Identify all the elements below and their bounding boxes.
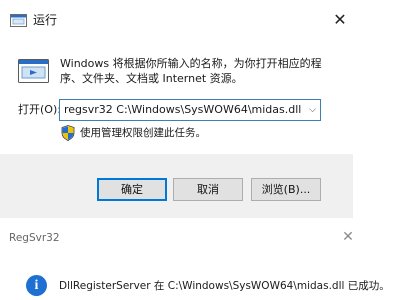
close-button[interactable]: ✕ (329, 9, 351, 31)
regsvr32-close-button[interactable]: ✕ (338, 227, 358, 247)
browse-button[interactable]: 浏览(B)... (251, 178, 321, 201)
info-icon: i (26, 275, 47, 296)
open-label: 打开(O): (18, 103, 61, 116)
title-bar: 运行 ✕ (0, 0, 353, 40)
chevron-down-icon[interactable]: ⌵ (309, 104, 316, 116)
regsvr32-title: RegSvr32 (9, 232, 60, 244)
run-dialog: 运行 ✕ Windows 将根据你所输入的名称，为你打开相应的程序、文件夹、文档… (0, 0, 353, 218)
run-program-icon (18, 59, 49, 83)
window-title: 运行 (33, 13, 58, 27)
ok-button[interactable]: 确定 (97, 178, 167, 201)
run-icon (10, 14, 27, 27)
description-text: Windows 将根据你所输入的名称，为你打开相应的程序、文件夹、文档或 Int… (60, 57, 322, 85)
regsvr32-dialog: RegSvr32 ✕ i DllRegisterServer 在 C:\Wind… (0, 222, 399, 300)
command-input[interactable]: regsvr32 C:\Windows\SysWOW64\midas.dll ⌵ (59, 99, 321, 121)
cancel-button[interactable]: 取消 (173, 178, 243, 201)
command-value[interactable]: regsvr32 C:\Windows\SysWOW64\midas.dll (64, 103, 301, 117)
success-message: DllRegisterServer 在 C:\Windows\SysWOW64\… (59, 280, 390, 292)
admin-privilege-note: 使用管理权限创建此任务。 (80, 127, 206, 139)
shield-icon (61, 125, 75, 141)
